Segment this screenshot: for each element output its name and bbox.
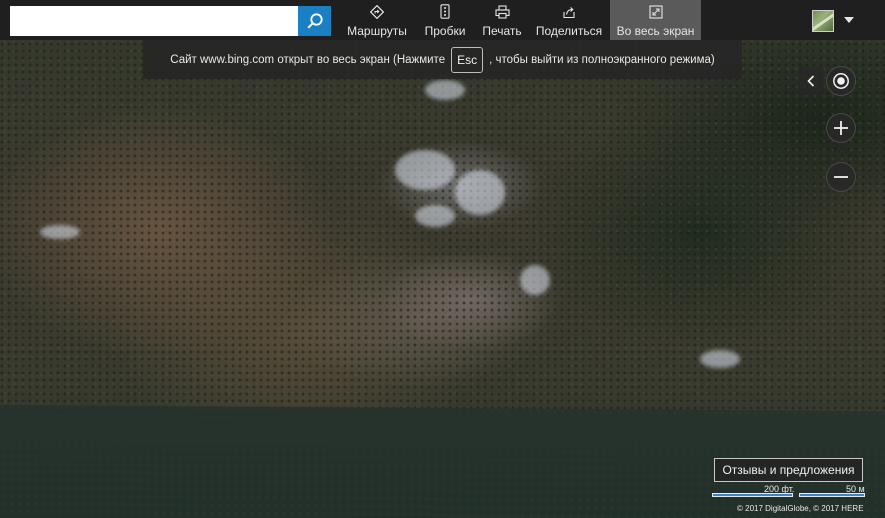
- map-snow-patch: [415, 205, 455, 227]
- scale-bar-metric: [799, 493, 865, 497]
- minus-icon: [834, 176, 848, 178]
- locate-me-button[interactable]: [826, 66, 856, 96]
- traffic-icon: [440, 4, 450, 19]
- map-snow-patch: [395, 150, 455, 190]
- directions-icon: [370, 5, 384, 19]
- fullscreen-notice: Сайт www.bing.com открыт во весь экран (…: [143, 40, 742, 79]
- print-label: Печать: [482, 24, 522, 38]
- share-label: Поделиться: [535, 24, 603, 38]
- map-snow-patch: [700, 350, 740, 368]
- map-snow-patch: [425, 80, 465, 100]
- print-button[interactable]: Печать: [479, 0, 525, 40]
- feedback-button[interactable]: Отзывы и предложения: [714, 458, 863, 482]
- traffic-button[interactable]: Пробки: [419, 0, 471, 40]
- print-icon: [494, 5, 510, 19]
- routes-button[interactable]: Маршруты: [343, 0, 411, 40]
- map-snow-patch: [40, 225, 80, 239]
- traffic-label: Пробки: [424, 24, 466, 38]
- fullscreen-button[interactable]: Во весь экран: [610, 0, 701, 40]
- map-style-thumbnail[interactable]: [812, 10, 834, 32]
- fullscreen-label: Во весь экран: [616, 24, 695, 38]
- share-icon: [563, 7, 575, 19]
- collapse-controls-button[interactable]: [798, 67, 824, 95]
- map-snow-patch: [520, 265, 550, 295]
- scale-bar-imperial: [712, 493, 793, 497]
- chevron-left-icon: [807, 75, 815, 87]
- notice-text-before: Сайт www.bing.com открыт во весь экран (…: [170, 53, 446, 66]
- search-icon: [306, 13, 323, 29]
- notice-text-after: , чтобы выйти из полноэкранного режима): [489, 53, 715, 66]
- top-toolbar: Маршруты Пробки Печать Поделиться Во вес…: [0, 0, 885, 40]
- routes-label: Маршруты: [347, 24, 407, 38]
- plus-icon: [834, 121, 848, 135]
- search-button[interactable]: [298, 6, 331, 36]
- copyright-text: © 2017 DigitalGlobe, © 2017 HERE: [737, 504, 864, 513]
- locate-icon: [833, 73, 849, 89]
- caret-down-icon[interactable]: [844, 17, 854, 23]
- zoom-in-button[interactable]: [826, 113, 856, 143]
- fullscreen-icon: [648, 5, 663, 19]
- esc-key-badge: Esc: [451, 46, 484, 73]
- map-snow-patch: [455, 170, 505, 215]
- search-input[interactable]: [10, 6, 298, 36]
- share-button[interactable]: Поделиться: [533, 0, 605, 40]
- zoom-out-button[interactable]: [826, 162, 856, 192]
